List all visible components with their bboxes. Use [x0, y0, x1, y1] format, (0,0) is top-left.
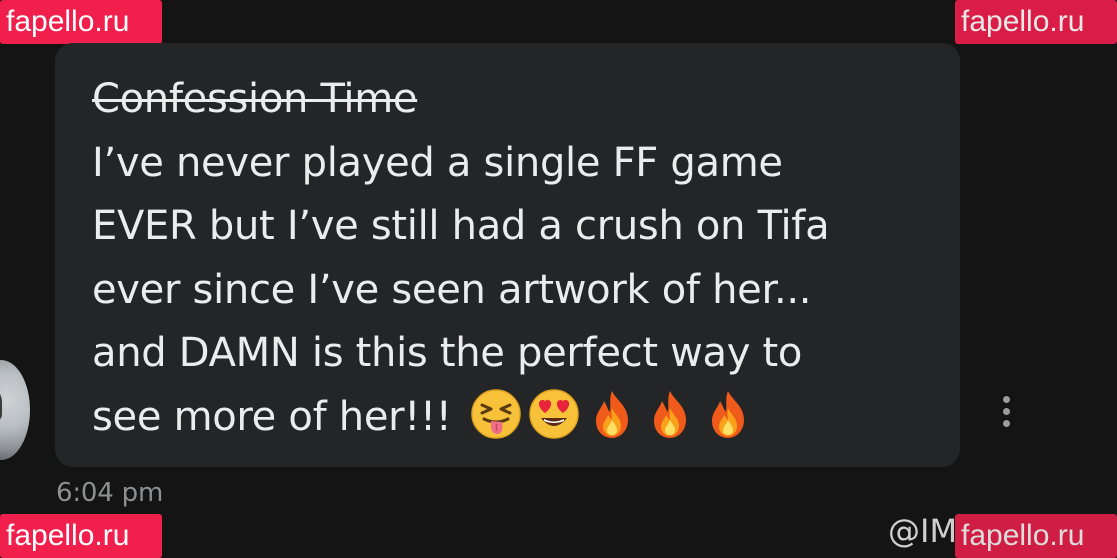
squinting-tongue-emoji: [471, 389, 521, 439]
message-title-struck: Confession Time: [92, 76, 418, 122]
watermark-top-left: fapello.ru: [0, 0, 162, 44]
user-handle: @IM: [888, 512, 958, 550]
message-line: see more of her!!!: [92, 393, 452, 440]
watermark-bottom-left: fapello.ru: [0, 514, 162, 558]
message-line: EVER but I’ve still had a crush on Tifa: [92, 203, 830, 250]
message-line: ever since I’ve seen artwork of her...: [92, 266, 812, 313]
more-options-icon[interactable]: [1000, 396, 1012, 430]
watermark-bottom-right: fapello.ru: [955, 514, 1117, 558]
heart-eyes-emoji: [529, 389, 579, 439]
message-line: I’ve never played a single FF game: [92, 139, 783, 186]
chat-screen: fapello.ru fapello.ru Confession Time I’…: [0, 0, 1117, 558]
message-last-line: see more of her!!!: [92, 386, 952, 450]
message-timestamp: 6:04 pm: [56, 478, 164, 508]
watermark-top-right: fapello.ru: [955, 0, 1117, 44]
avatar[interactable]: [0, 360, 30, 460]
fire-emoji: [653, 390, 686, 438]
fire-emoji: [595, 390, 628, 438]
message-line: and DAMN is this the perfect way to: [92, 330, 803, 377]
fire-emoji: [711, 390, 744, 438]
message-text: Confession Time I’ve never played a sing…: [92, 68, 952, 450]
